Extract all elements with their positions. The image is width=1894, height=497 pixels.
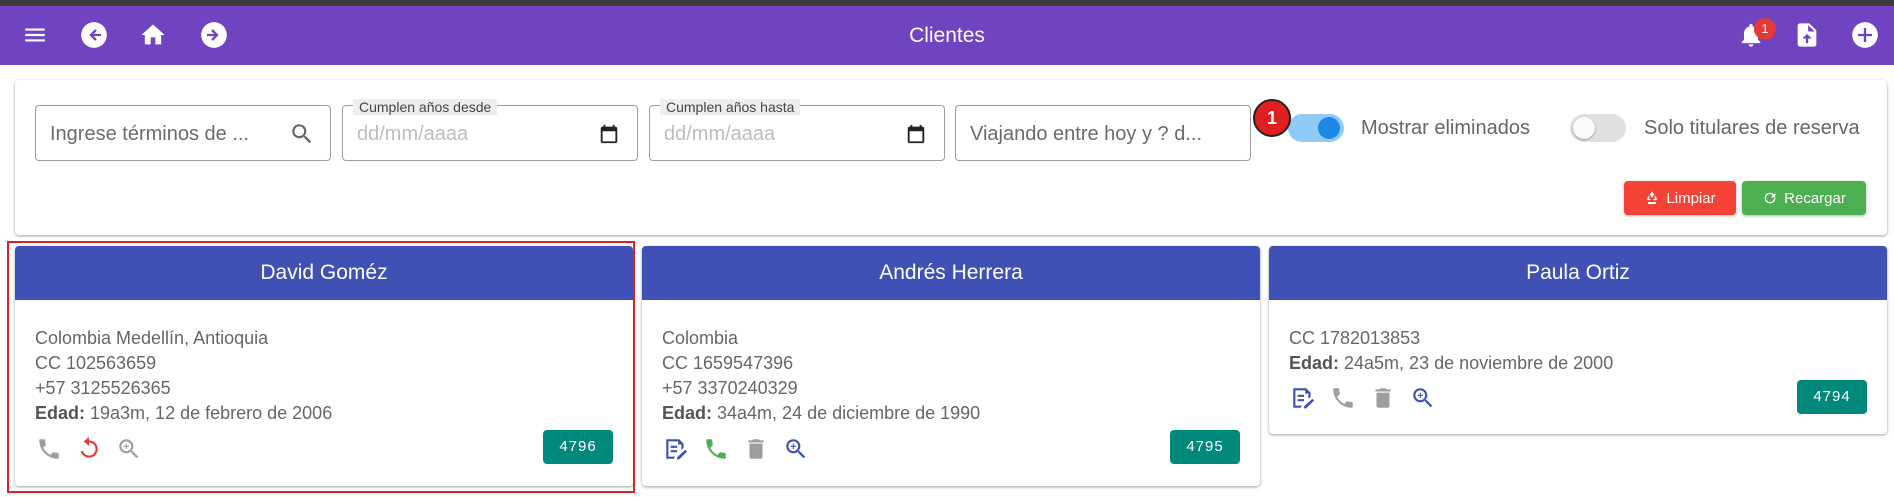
add-client-button[interactable] (1846, 16, 1884, 54)
birthday-to-placeholder: dd/mm/aaaa (664, 123, 776, 145)
filters-panel: Ingrese términos de ... Cumplen años des… (15, 80, 1887, 235)
client-details: CC 1782013853 Edad: 24a5m, 23 de noviemb… (1289, 326, 1613, 376)
only-holders-label: Solo titulares de reserva (1644, 117, 1860, 139)
arrow-left-circle-icon (81, 22, 107, 48)
menu-button[interactable] (16, 16, 54, 54)
search-input[interactable]: Ingrese términos de ... (35, 105, 331, 161)
home-icon (141, 24, 165, 45)
client-location: Colombia (662, 328, 739, 348)
client-document: CC 102563659 (35, 353, 157, 373)
client-card[interactable]: Paula Ortiz CC 1782013853 Edad: 24a5m, 2… (1269, 246, 1887, 434)
client-name: Andrés Herrera (642, 246, 1260, 300)
phone-icon[interactable] (702, 435, 730, 463)
calendar-icon[interactable] (902, 120, 930, 148)
notifications-button[interactable]: 1 (1732, 16, 1776, 54)
restore-icon[interactable] (75, 435, 103, 463)
back-button[interactable] (75, 16, 113, 54)
client-document: CC 1782013853 (1289, 328, 1421, 348)
only-holders-toggle[interactable] (1570, 114, 1626, 142)
clear-label: Limpiar (1666, 189, 1716, 207)
delete-icon[interactable] (1369, 384, 1397, 412)
show-deleted-toggle[interactable] (1288, 114, 1344, 142)
birthday-from-placeholder: dd/mm/aaaa (357, 123, 469, 145)
show-deleted-label: Mostrar eliminados (1361, 117, 1530, 139)
client-actions (662, 435, 810, 463)
client-details: Colombia Medellín, Antioquia CC 10256365… (35, 326, 332, 426)
client-details: Colombia CC 1659547396 +57 3370240329 Ed… (662, 326, 980, 426)
birthday-from-field[interactable]: Cumplen años desde dd/mm/aaaa (342, 99, 638, 161)
reload-label: Recargar (1784, 189, 1846, 207)
traveling-days-input[interactable]: Viajando entre hoy y ? d... (955, 105, 1251, 161)
search-placeholder: Ingrese términos de ... (50, 123, 249, 145)
forward-button[interactable] (195, 16, 233, 54)
client-id-badge[interactable]: 4794 (1797, 380, 1867, 414)
client-age: Edad: 19a3m, 12 de febrero de 2006 (35, 403, 333, 423)
phone-icon[interactable] (35, 435, 63, 463)
client-phone: +57 3125526365 (35, 378, 171, 398)
recycle-icon (1647, 191, 1658, 204)
client-actions (1289, 384, 1437, 412)
add-circle-icon (1852, 22, 1878, 48)
phone-icon[interactable] (1329, 384, 1357, 412)
traveling-placeholder: Viajando entre hoy y ? d... (970, 123, 1203, 145)
file-upload-icon (1797, 23, 1817, 47)
edit-note-icon[interactable] (1289, 384, 1317, 412)
client-card[interactable]: David Goméz Colombia Medellín, Antioquia… (15, 246, 633, 486)
client-name: Paula Ortiz (1269, 246, 1887, 300)
client-age: Edad: 34a4m, 24 de diciembre de 1990 (662, 403, 981, 423)
app-bar: Clientes 1 (0, 6, 1894, 65)
client-card[interactable]: Andrés Herrera Colombia CC 1659547396 +5… (642, 246, 1260, 486)
search-zoom-icon[interactable] (1409, 384, 1437, 412)
notification-badge: 1 (1754, 18, 1776, 40)
birthday-to-field[interactable]: Cumplen años hasta dd/mm/aaaa (649, 99, 945, 161)
refresh-icon (1764, 192, 1776, 204)
client-phone: +57 3370240329 (662, 378, 798, 398)
client-name: David Goméz (15, 246, 633, 300)
search-icon[interactable] (288, 120, 316, 148)
clear-button[interactable]: Limpiar (1624, 181, 1736, 215)
reload-button[interactable]: Recargar (1742, 181, 1866, 215)
client-age: Edad: 24a5m, 23 de noviembre de 2000 (1289, 353, 1614, 373)
delete-icon[interactable] (742, 435, 770, 463)
edit-note-icon[interactable] (662, 435, 690, 463)
home-button[interactable] (134, 16, 172, 54)
search-zoom-icon[interactable] (782, 435, 810, 463)
client-actions (35, 435, 143, 463)
calendar-icon[interactable] (595, 120, 623, 148)
menu-icon (25, 28, 45, 42)
client-id-badge[interactable]: 4795 (1170, 430, 1240, 464)
step-marker: 1 (1253, 99, 1291, 137)
upload-file-button[interactable] (1788, 16, 1826, 54)
arrow-right-circle-icon (201, 22, 227, 48)
client-document: CC 1659547396 (662, 353, 794, 373)
search-zoom-icon[interactable] (115, 435, 143, 463)
page-title: Clientes (909, 24, 985, 47)
client-id-badge[interactable]: 4796 (543, 430, 613, 464)
client-location: Colombia Medellín, Antioquia (35, 328, 269, 348)
